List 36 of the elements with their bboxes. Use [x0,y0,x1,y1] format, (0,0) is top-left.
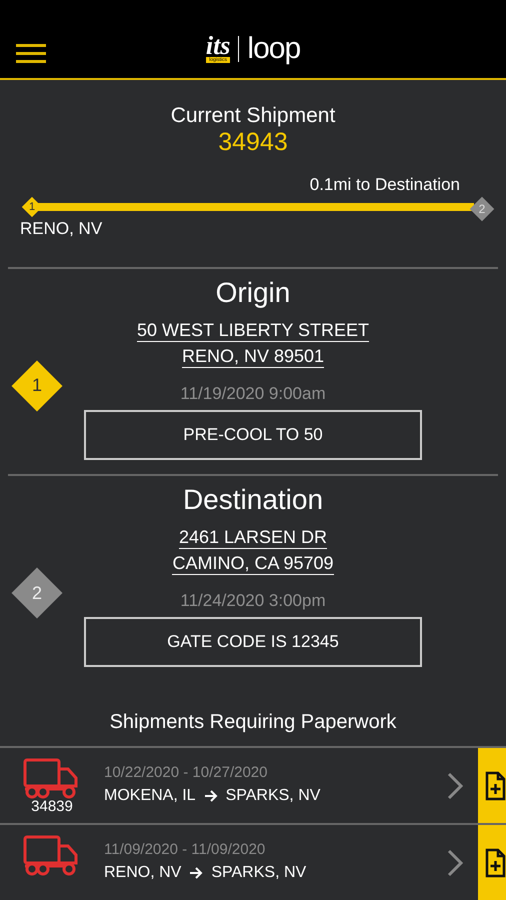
menu-icon[interactable] [16,42,46,64]
stop-note: PRE-COOL TO 50 [84,410,422,460]
route-origin: RENO, NV [104,864,182,882]
chevron-icon[interactable] [446,770,464,801]
route-destination: SPARKS, NV [211,864,306,882]
end-marker: 2 [470,196,494,221]
address-link[interactable]: RENO, NV 89501 [182,345,324,368]
shipment-number: 34943 [218,128,288,157]
logo-text: loop [247,34,300,64]
stop-note: GATE CODE IS 12345 [84,617,422,668]
document-add-icon [484,848,506,878]
document-add-icon [484,770,506,801]
stop-marker: 1 [12,360,62,411]
section-title: Shipments Requiring Paperwork [108,711,398,734]
address-link[interactable]: 2461 LARSEN DR [178,526,328,550]
shipment-number: 34839 [31,798,73,816]
section-title: Destination [182,484,324,516]
add-document-button[interactable] [478,825,506,900]
route-origin: MOKENA, IL [104,787,196,806]
arrow-icon [189,867,204,880]
location-text: RENO, NV [20,218,102,239]
date-range: 10/22/2020 - 10/27/2020 [104,764,268,782]
address-link[interactable]: CAMINO, CA 95709 [172,552,334,576]
stop-marker: 2 [12,568,62,618]
section-title: Current Shipment [170,104,336,128]
chevron-icon[interactable] [446,848,464,878]
add-document-button[interactable] [478,748,506,824]
address-link[interactable]: 50 WEST LIBERTY STREET [136,319,370,342]
stop-time: 11/24/2020 3:00pm [180,591,326,612]
logo-text: its [206,34,230,57]
distance-text: 0.1mi to Destination [308,174,461,195]
arrow-icon [204,790,218,802]
date-range: 11/09/2020 - 11/09/2020 [104,841,266,858]
route-destination: SPARKS, NV [226,787,320,806]
stop-time: 11/19/2020 9:00am [180,384,326,404]
section-title: Origin [216,276,290,309]
